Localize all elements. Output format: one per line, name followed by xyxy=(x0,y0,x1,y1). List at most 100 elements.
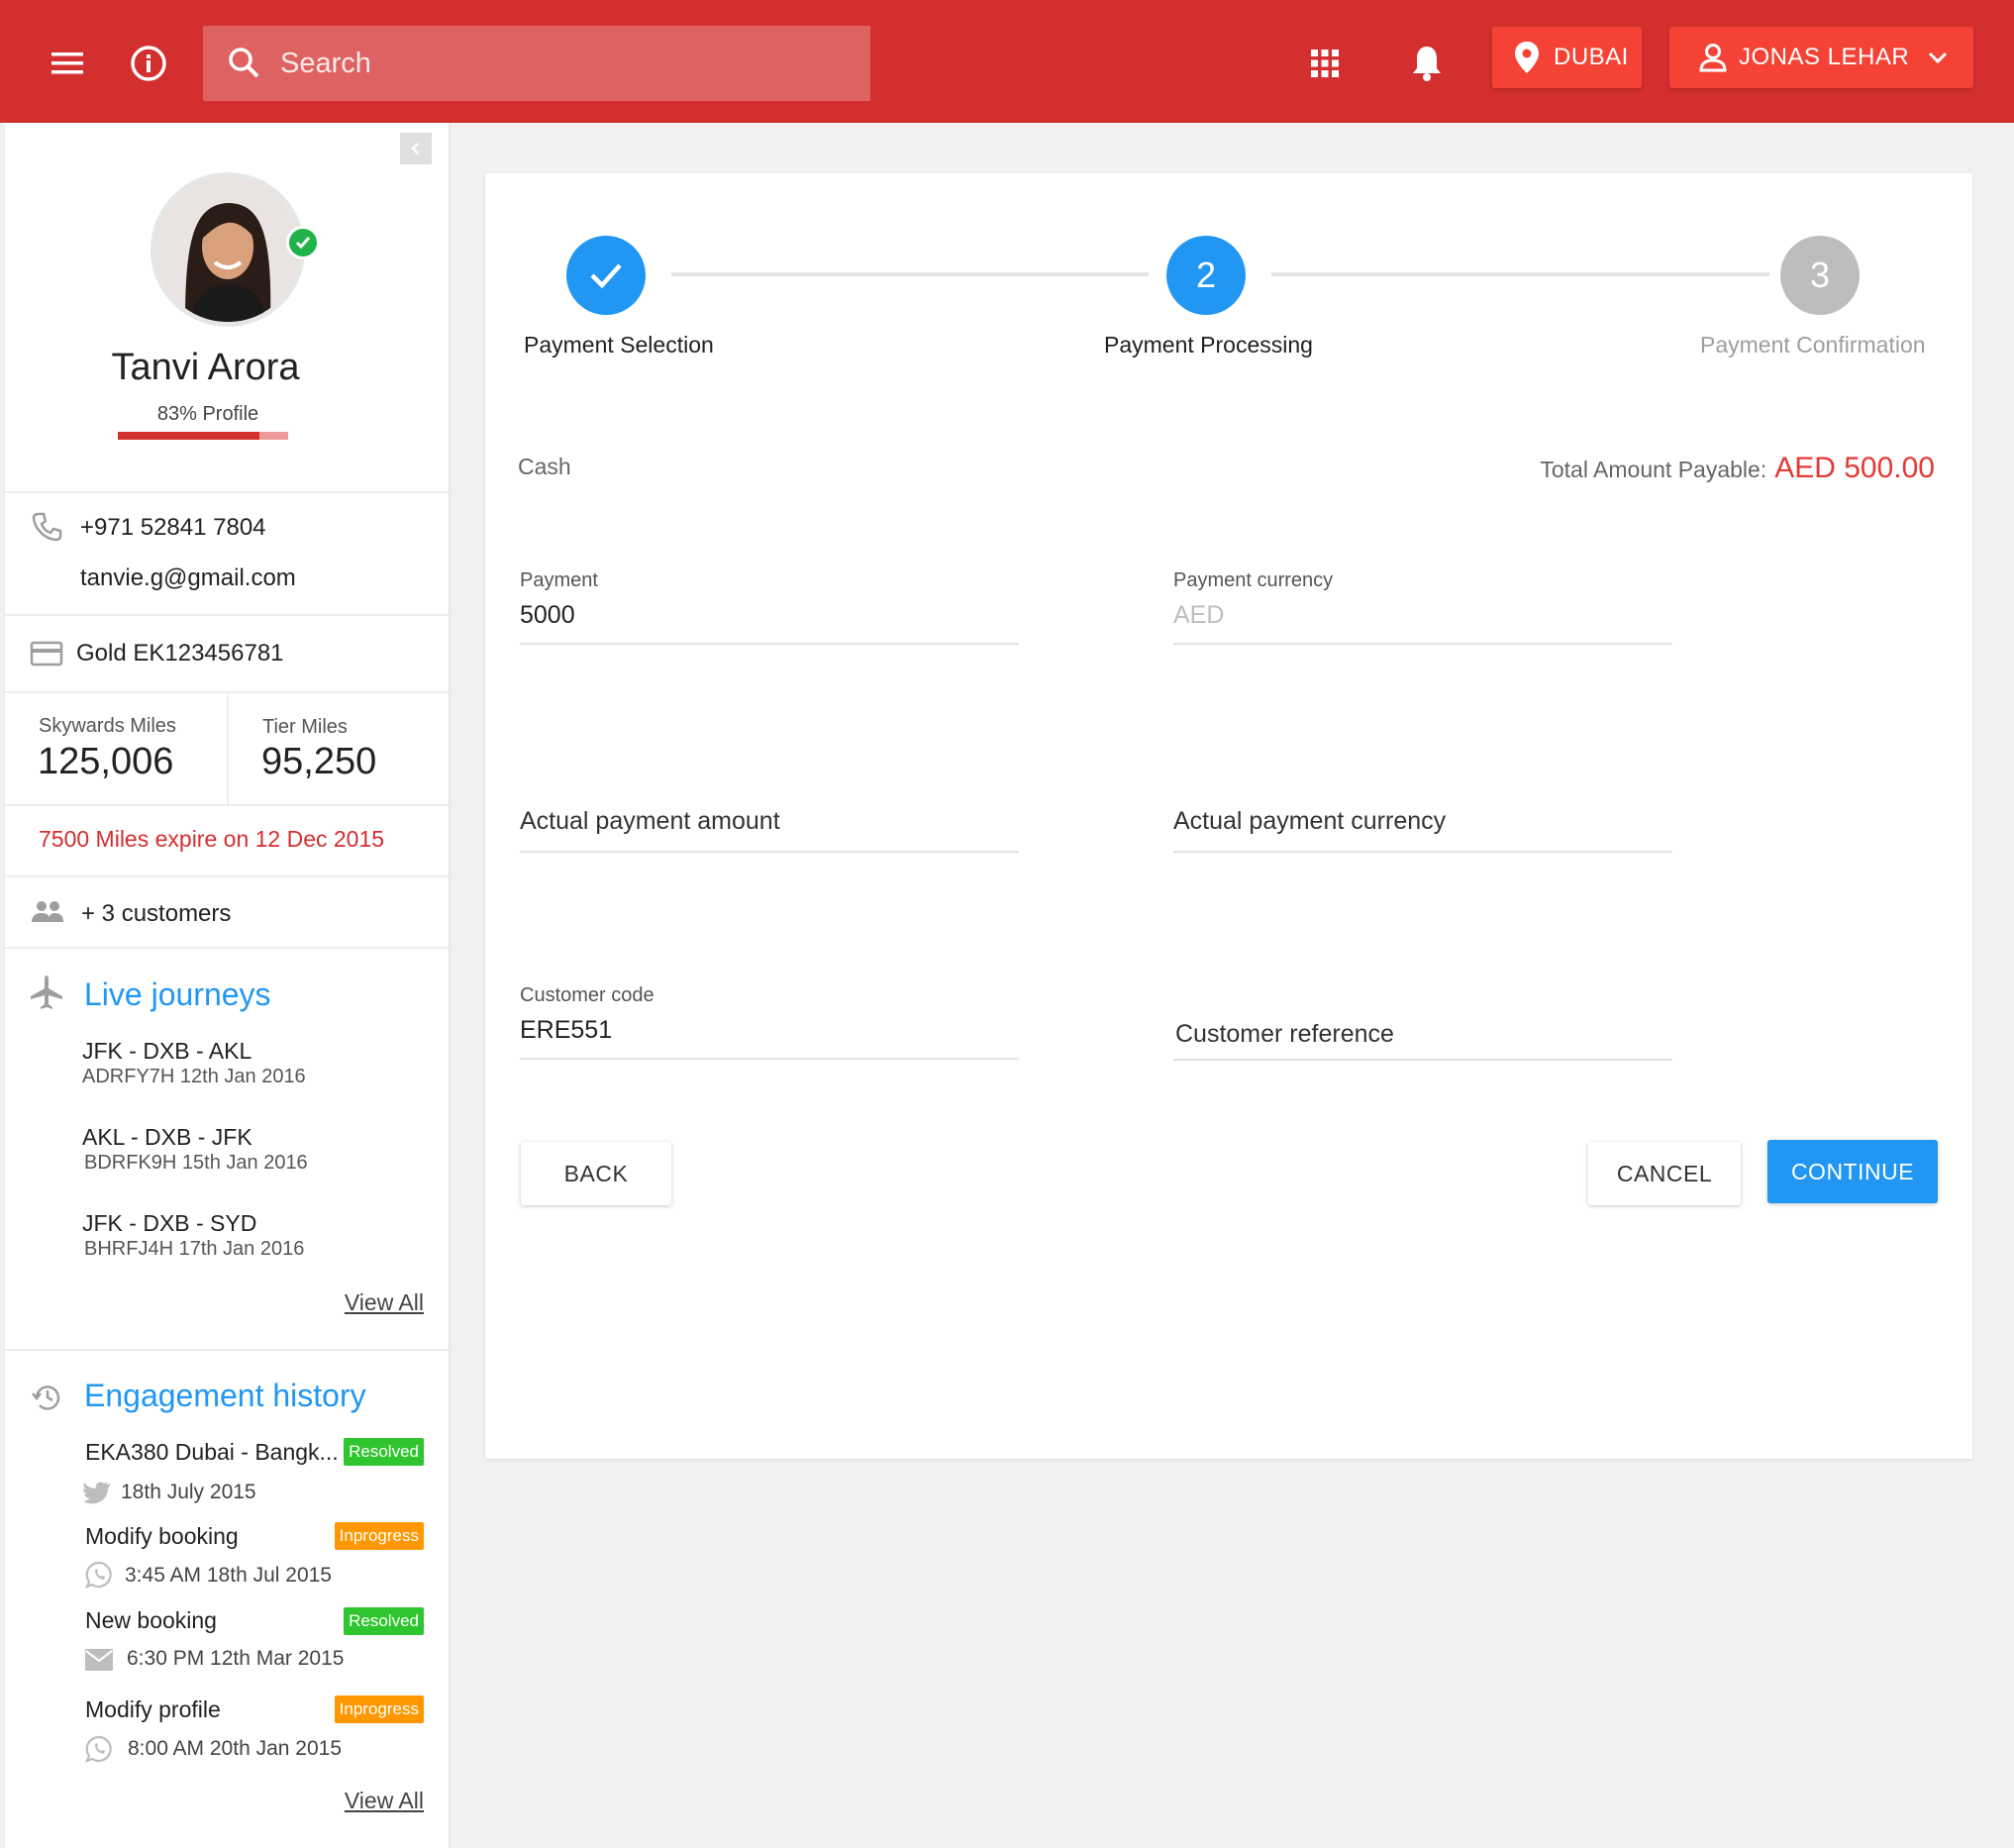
search-input[interactable] xyxy=(280,47,835,80)
step-2-label: Payment Processing xyxy=(1104,332,1313,358)
avatar xyxy=(151,172,305,327)
phone-icon xyxy=(32,512,62,542)
status-badge-inprogress: Inprogress xyxy=(334,1522,424,1550)
engagement-item-title[interactable]: Modify profile xyxy=(85,1696,221,1723)
related-customers-link[interactable]: + 3 customers xyxy=(81,900,231,928)
step-2-circle: 2 xyxy=(1166,236,1246,315)
divider xyxy=(5,1349,449,1351)
profile-completion-label: 83% Profile xyxy=(156,403,259,425)
total-amount-label: Total Amount Payable: xyxy=(1540,457,1767,482)
journey-meta: ADRFY7H 12th Jan 2016 xyxy=(82,1066,306,1087)
status-badge-resolved: Resolved xyxy=(344,1607,424,1635)
divider xyxy=(5,947,449,949)
customer-reference-underline xyxy=(1173,1059,1672,1061)
credit-card-icon xyxy=(30,641,63,667)
chevron-left-icon xyxy=(411,143,419,154)
payment-field-label: Payment xyxy=(520,569,598,591)
engagement-item-title[interactable]: Modify booking xyxy=(85,1523,239,1550)
divider xyxy=(5,614,449,616)
continue-button[interactable]: CONTINUE xyxy=(1767,1140,1938,1203)
whatsapp-icon xyxy=(85,1561,112,1589)
actual-payment-amount-field[interactable]: Actual payment amount xyxy=(520,807,780,836)
whatsapp-icon xyxy=(85,1735,112,1763)
location-label: DUBAI xyxy=(1554,44,1629,70)
skywards-miles-label: Skywards Miles xyxy=(39,715,176,737)
step-3-label: Payment Confirmation xyxy=(1700,332,1926,358)
engagement-item-meta: 6:30 PM 12th Mar 2015 xyxy=(127,1647,345,1670)
step-1-label: Payment Selection xyxy=(524,332,714,358)
status-badge-inprogress: Inprogress xyxy=(334,1695,424,1723)
top-app-bar: DUBAI JONAS LEHAR xyxy=(0,0,2014,123)
search-icon xyxy=(229,48,259,78)
customer-avatar xyxy=(151,172,320,331)
engagement-item-title[interactable]: EKA380 Dubai - Bangk... xyxy=(85,1439,339,1466)
payment-currency-field: AED xyxy=(1173,601,1225,629)
divider xyxy=(5,804,449,806)
profile-completion-fill xyxy=(118,432,259,440)
miles-expiry-notice: 7500 Miles expire on 12 Dec 2015 xyxy=(39,826,385,852)
journey-route[interactable]: JFK - DXB - AKL xyxy=(82,1038,252,1065)
engagement-item-meta: 18th July 2015 xyxy=(121,1481,256,1503)
customer-code-underline xyxy=(520,1058,1019,1060)
journey-meta: BDRFK9H 15th Jan 2016 xyxy=(84,1152,308,1174)
location-button[interactable]: DUBAI xyxy=(1492,27,1642,88)
divider xyxy=(227,693,229,804)
journey-route[interactable]: AKL - DXB - JFK xyxy=(82,1124,252,1151)
tier-miles-label: Tier Miles xyxy=(262,716,348,738)
twitter-icon xyxy=(83,1482,110,1504)
back-button[interactable]: BACK xyxy=(521,1142,671,1205)
divider xyxy=(5,875,449,877)
engagement-history-title: Engagement history xyxy=(84,1378,366,1413)
journey-meta: BHRFJ4H 17th Jan 2016 xyxy=(84,1238,305,1260)
journey-route[interactable]: JFK - DXB - SYD xyxy=(82,1210,256,1237)
people-icon xyxy=(32,901,63,922)
engagement-history-view-all-link[interactable]: View All xyxy=(345,1788,424,1814)
profile-completion-bar xyxy=(118,432,288,440)
location-pin-icon xyxy=(1515,42,1539,73)
step-3-circle: 3 xyxy=(1780,236,1860,315)
engagement-item-meta: 3:45 AM 18th Jul 2015 xyxy=(125,1564,332,1587)
menu-icon[interactable] xyxy=(38,34,97,93)
customer-code-label: Customer code xyxy=(520,984,655,1006)
online-status-check-icon xyxy=(286,226,320,259)
customer-phone[interactable]: +971 52841 7804 xyxy=(80,514,266,542)
actual-payment-amount-underline xyxy=(520,851,1019,853)
search-box[interactable] xyxy=(203,26,870,101)
actual-payment-currency-underline xyxy=(1173,851,1672,853)
payment-method: Cash xyxy=(518,454,571,479)
customer-reference-field[interactable]: Customer reference xyxy=(1175,1020,1394,1049)
stepper-connector xyxy=(1271,272,1769,276)
total-amount-value: AED 500.00 xyxy=(1774,452,1935,484)
apps-grid-icon[interactable] xyxy=(1295,34,1355,93)
mail-icon xyxy=(85,1649,113,1671)
history-icon xyxy=(32,1386,60,1410)
customer-code-field[interactable]: ERE551 xyxy=(520,1016,612,1045)
payment-field-underline xyxy=(520,643,1019,645)
info-icon[interactable] xyxy=(119,34,178,93)
total-amount-payable: Total Amount Payable: AED 500.00 xyxy=(1540,452,1935,485)
tier-miles-value: 95,250 xyxy=(261,741,377,782)
user-icon xyxy=(1699,44,1727,72)
live-journeys-view-all-link[interactable]: View All xyxy=(345,1289,424,1316)
membership-number: Gold EK123456781 xyxy=(76,640,284,667)
payment-currency-label: Payment currency xyxy=(1173,569,1334,591)
airplane-icon xyxy=(31,975,62,1009)
notifications-bell-icon[interactable] xyxy=(1397,34,1457,93)
skywards-miles-value: 125,006 xyxy=(38,741,174,782)
customer-email[interactable]: tanvie.g@gmail.com xyxy=(80,565,296,592)
live-journeys-title: Live journeys xyxy=(84,976,271,1012)
actual-payment-currency-field[interactable]: Actual payment currency xyxy=(1173,807,1446,836)
chevron-down-icon xyxy=(1929,51,1948,64)
status-badge-resolved: Resolved xyxy=(344,1438,424,1466)
engagement-item-title[interactable]: New booking xyxy=(85,1607,217,1634)
customer-sidebar: Tanvi Arora 83% Profile +971 52841 7804 … xyxy=(5,123,449,1848)
stepper-connector xyxy=(671,272,1149,276)
collapse-sidebar-button[interactable] xyxy=(400,133,432,164)
divider xyxy=(5,491,449,493)
cancel-button[interactable]: CANCEL xyxy=(1588,1142,1741,1205)
user-name: JONAS LEHAR xyxy=(1739,44,1910,70)
step-1-complete-check-icon xyxy=(566,236,646,315)
customer-name: Tanvi Arora xyxy=(111,347,300,388)
user-menu-button[interactable]: JONAS LEHAR xyxy=(1669,27,1973,88)
payment-field[interactable]: 5000 xyxy=(520,601,575,630)
